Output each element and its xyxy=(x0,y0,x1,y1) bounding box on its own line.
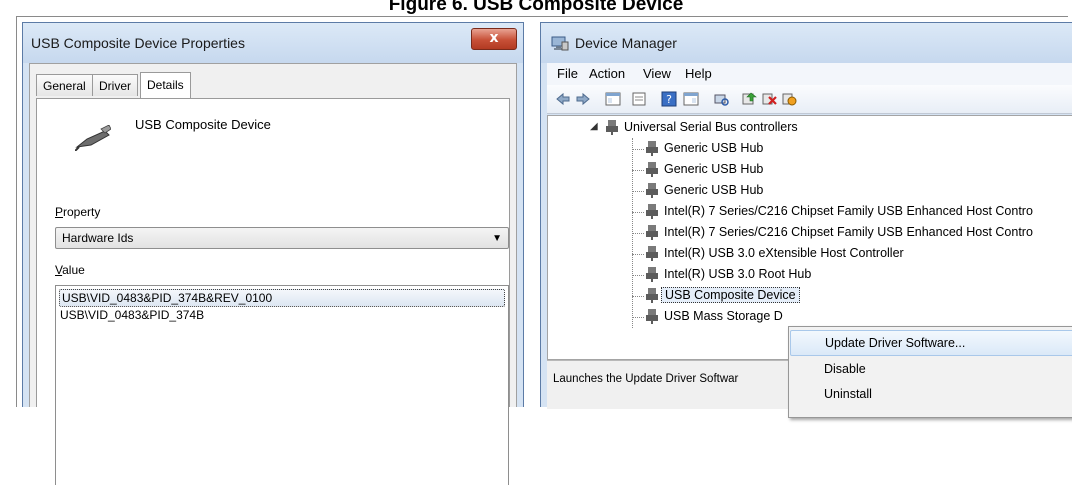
tree-item[interactable]: Generic USB Hub xyxy=(664,141,763,155)
back-arrow-icon[interactable] xyxy=(555,91,571,107)
chevron-down-icon: ▼ xyxy=(492,233,502,244)
tree-item[interactable]: Generic USB Hub xyxy=(664,183,763,197)
tree-branch xyxy=(632,149,644,150)
properties-dialog: USB Composite Device Properties x Genera… xyxy=(22,22,524,485)
device-manager-title: Device Manager xyxy=(575,35,677,51)
value-item[interactable]: USB\VID_0483&PID_374B xyxy=(60,308,204,322)
value-label-rest: alue xyxy=(62,263,85,277)
property-label-rest: roperty xyxy=(63,205,101,219)
disable-device-icon[interactable] xyxy=(781,91,797,107)
menubar: File Action View Help xyxy=(547,63,1072,85)
tree-branch xyxy=(632,254,644,255)
usb-device-icon xyxy=(646,183,658,198)
scan-hardware-icon[interactable] xyxy=(713,91,729,107)
tree-item[interactable]: Intel(R) USB 3.0 eXtensible Host Control… xyxy=(664,246,904,260)
device-name: USB Composite Device xyxy=(135,117,271,132)
menu-action[interactable]: Action xyxy=(589,66,625,81)
usb-device-icon xyxy=(646,246,658,261)
tab-general[interactable]: General xyxy=(36,74,93,96)
value-listbox[interactable]: USB\VID_0483&PID_374B&REV_0100 USB\VID_0… xyxy=(55,285,509,485)
property-dropdown-value: Hardware Ids xyxy=(62,231,134,245)
tree-item[interactable]: Generic USB Hub xyxy=(664,162,763,176)
update-driver-icon[interactable] xyxy=(741,91,757,107)
menu-help[interactable]: Help xyxy=(685,66,712,81)
tree-item[interactable]: Intel(R) 7 Series/C216 Chipset Family US… xyxy=(664,225,1033,239)
tree-item[interactable]: USB Mass Storage D xyxy=(664,309,783,323)
usb-device-icon xyxy=(646,204,658,219)
usb-controller-icon xyxy=(606,120,618,135)
value-label: Value xyxy=(55,263,85,277)
property-label-accel: P xyxy=(55,205,64,219)
dialog-titlebar[interactable]: USB Composite Device Properties x xyxy=(23,23,523,63)
tree-branch xyxy=(632,170,644,171)
property-label: Property xyxy=(55,205,100,219)
menu-view[interactable]: View xyxy=(643,66,671,81)
tree-item[interactable]: Intel(R) USB 3.0 Root Hub xyxy=(664,267,811,281)
menu-item-uninstall[interactable]: Uninstall xyxy=(790,382,1072,406)
value-item-selected[interactable]: USB\VID_0483&PID_374B&REV_0100 xyxy=(59,289,505,307)
menu-item-disable[interactable]: Disable xyxy=(790,357,1072,381)
device-tree: ◢ Universal Serial Bus controllers Gener… xyxy=(547,115,1072,360)
status-text: Launches the Update Driver Softwar xyxy=(553,373,739,385)
device-manager-icon xyxy=(551,36,569,51)
uninstall-icon[interactable] xyxy=(761,91,777,107)
properties-icon[interactable] xyxy=(631,91,647,107)
close-button[interactable]: x xyxy=(471,28,517,50)
svg-text:?: ? xyxy=(666,93,672,106)
dialog-title: USB Composite Device Properties xyxy=(31,35,245,51)
property-dropdown[interactable]: Hardware Ids ▼ xyxy=(55,227,509,249)
usb-device-icon xyxy=(646,267,658,282)
tab-details[interactable]: Details xyxy=(140,72,191,98)
forward-arrow-icon[interactable] xyxy=(575,91,591,107)
action-pane-icon[interactable] xyxy=(683,91,699,107)
tree-branch xyxy=(632,233,644,234)
dialog-body: General Driver Details USB Composite Dev… xyxy=(29,63,517,485)
usb-device-icon xyxy=(646,141,658,156)
menu-file[interactable]: File xyxy=(557,66,578,81)
help-icon[interactable]: ? xyxy=(661,91,677,107)
tree-branch xyxy=(632,212,644,213)
toolbar: ? xyxy=(547,85,1072,114)
usb-device-icon xyxy=(646,288,658,303)
tree-branch xyxy=(632,275,644,276)
menu-item-update-driver[interactable]: Update Driver Software... xyxy=(790,330,1072,356)
usb-device-icon xyxy=(646,309,658,324)
expand-arrow-icon[interactable]: ◢ xyxy=(590,121,598,132)
details-panel: USB Composite Device Property Hardware I… xyxy=(36,98,510,485)
tree-branch xyxy=(632,191,644,192)
device-manager-titlebar[interactable]: Device Manager xyxy=(541,23,1072,63)
tree-branch xyxy=(632,296,644,297)
tree-parent-usb-controllers[interactable]: Universal Serial Bus controllers xyxy=(624,120,798,134)
usb-plug-icon xyxy=(75,125,111,151)
tab-driver[interactable]: Driver xyxy=(92,74,138,96)
tree-item-selected[interactable]: USB Composite Device xyxy=(661,287,800,303)
context-menu: Update Driver Software... Disable Uninst… xyxy=(788,326,1072,418)
figure-caption: Figure 6. USB Composite Device xyxy=(388,0,684,15)
tree-item[interactable]: Intel(R) 7 Series/C216 Chipset Family US… xyxy=(664,204,1033,218)
usb-device-icon xyxy=(646,225,658,240)
show-hide-console-tree-icon[interactable] xyxy=(605,91,621,107)
tree-branch xyxy=(632,317,644,318)
usb-device-icon xyxy=(646,162,658,177)
